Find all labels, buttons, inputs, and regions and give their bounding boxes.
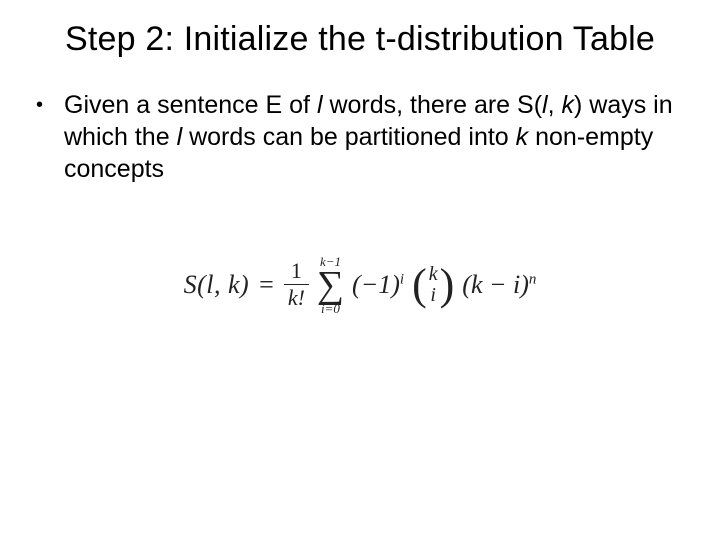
binom-bottom: i (430, 285, 436, 306)
body: • Given a sentence E of l words, there a… (30, 89, 690, 185)
bullet-item: • Given a sentence E of l words, there a… (36, 89, 690, 185)
sigma-icon: ∑ (317, 268, 344, 302)
text-run: k! (288, 285, 305, 310)
paren-right-icon: ) (440, 267, 455, 302)
neg-one-power-i: (−1)i (352, 270, 404, 300)
fraction-numerator: 1 (287, 259, 306, 283)
var-k: k (516, 123, 529, 151)
paren-left-icon: ( (412, 267, 427, 302)
superscript-n: n (529, 271, 537, 287)
fraction: 1 k! (284, 259, 309, 310)
binom-top: k (429, 264, 438, 285)
text-run: Given a sentence E of (64, 91, 317, 119)
formula-lhs: S(l, k) (184, 270, 250, 300)
text-run: (−1) (352, 270, 400, 299)
tail-term: (k − i)n (462, 270, 536, 300)
binomial: ( k i ) (412, 264, 454, 306)
sum-lower: i=0 (321, 302, 340, 315)
superscript-i: i (400, 271, 404, 287)
bullet-dot-icon: • (36, 89, 64, 119)
slide: Step 2: Initialize the t-distribution Ta… (0, 0, 720, 540)
equals-sign: = (255, 270, 278, 300)
formula-inner: S(l, k) = 1 k! k−1 ∑ i=0 (−1)i ( k i (184, 255, 537, 315)
text-run: words, there are S( (323, 91, 543, 119)
text-run: , (548, 91, 562, 119)
text-run: (k − i) (462, 270, 529, 299)
formula: S(l, k) = 1 k! k−1 ∑ i=0 (−1)i ( k i (30, 255, 690, 315)
binomial-stack: k i (427, 264, 440, 306)
fraction-denominator: k! (284, 286, 309, 310)
text-run: words can be partitioned into (182, 123, 516, 151)
var-k: k (562, 91, 575, 119)
bullet-text: Given a sentence E of l words, there are… (64, 89, 690, 185)
summation: k−1 ∑ i=0 (317, 255, 344, 315)
slide-title: Step 2: Initialize the t-distribution Ta… (30, 18, 690, 61)
